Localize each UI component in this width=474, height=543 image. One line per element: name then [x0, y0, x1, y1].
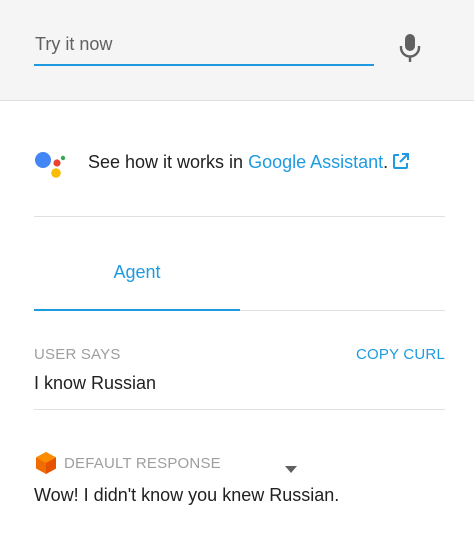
google-assistant-link[interactable]: Google Assistant	[248, 152, 383, 172]
microphone-icon	[399, 34, 421, 62]
divider	[34, 216, 445, 217]
assistant-prefix: See how it works in	[88, 151, 249, 172]
tab-agent-label: Agent	[113, 262, 161, 282]
user-query-text: I know Russian	[34, 373, 157, 393]
assistant-promo-text: See how it works in Google Assistant.	[88, 152, 410, 175]
tab-agent[interactable]: Agent	[34, 250, 240, 311]
external-link-icon[interactable]	[392, 152, 410, 175]
assistant-promo: See how it works in Google Assistant.	[34, 146, 445, 180]
active-tab-indicator	[34, 309, 240, 311]
divider	[34, 409, 445, 410]
caret-down-icon[interactable]	[285, 460, 297, 478]
assistant-suffix: .	[383, 151, 389, 172]
google-assistant-logo	[34, 146, 74, 180]
try-it-input[interactable]	[34, 30, 374, 66]
copy-curl-button[interactable]: COPY CURL	[356, 346, 445, 363]
dialogflow-cube-icon	[36, 452, 56, 474]
tab-bar-divider	[240, 310, 445, 311]
try-it-panel	[0, 0, 474, 101]
default-response-label: DEFAULT RESPONSE	[64, 454, 221, 472]
user-says-label: USER SAYS	[34, 346, 121, 363]
default-response-selector[interactable]: DEFAULT RESPONSE	[34, 451, 221, 475]
response-text: Wow! I didn't know you knew Russian.	[34, 485, 340, 505]
microphone-button[interactable]	[394, 30, 426, 66]
